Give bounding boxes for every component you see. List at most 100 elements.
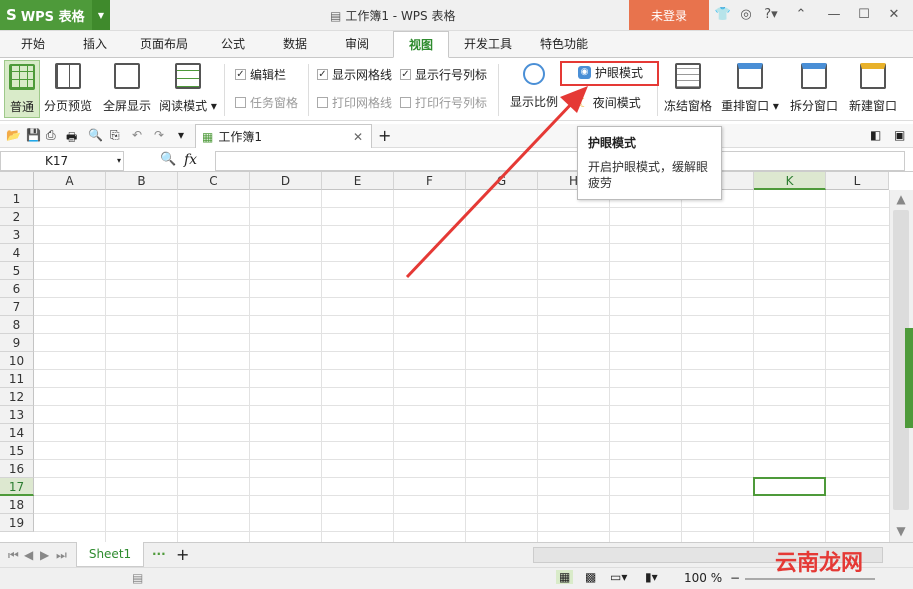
tab-data[interactable]: 数据 <box>270 31 320 58</box>
row-header[interactable]: 6 <box>0 280 34 298</box>
tab-list-icon[interactable]: ◧ <box>870 128 881 142</box>
row-header[interactable]: 2 <box>0 208 34 226</box>
row-header[interactable]: 17 <box>0 478 34 496</box>
column-header[interactable]: A <box>34 172 106 190</box>
normal-view-button[interactable]: 普通 <box>4 60 40 118</box>
row-header[interactable]: 13 <box>0 406 34 424</box>
tab-insert[interactable]: 插入 <box>70 31 120 58</box>
select-all-corner[interactable] <box>0 172 34 190</box>
row-header[interactable]: 4 <box>0 244 34 262</box>
first-sheet-icon[interactable]: ⏮ <box>8 548 19 563</box>
page-layout-view-icon[interactable]: ▭▾ <box>610 570 627 584</box>
fx-icon[interactable]: fx <box>184 152 197 168</box>
zoom-formula-icon[interactable]: 🔍 <box>160 152 176 167</box>
print-gridlines-checkbox[interactable]: 打印网格线 <box>317 94 392 111</box>
weibo-icon[interactable]: ◎ <box>737 6 755 24</box>
open-icon[interactable]: 📂 <box>6 128 21 142</box>
sheet-tab[interactable]: Sheet1 <box>76 542 144 567</box>
column-header[interactable]: F <box>394 172 466 190</box>
tab-page-layout[interactable]: 页面布局 <box>132 31 196 58</box>
ribbon-toggle-icon[interactable]: ▣ <box>894 128 905 142</box>
zoom-button[interactable]: 显示比例 <box>506 60 562 118</box>
selected-cell[interactable] <box>753 477 826 496</box>
normal-view-icon[interactable]: ▦ <box>556 570 574 584</box>
edit-bar-checkbox[interactable]: ✓ 编辑栏 <box>235 66 286 83</box>
row-header[interactable]: 5 <box>0 262 34 280</box>
tab-special[interactable]: 特色功能 <box>530 31 598 58</box>
read-mode-button[interactable]: 阅读模式 ▾ <box>158 60 218 118</box>
more-sheets-icon[interactable]: ··· <box>152 547 166 561</box>
rearrange-button[interactable]: 重排窗口 ▾ <box>720 60 780 118</box>
row-header[interactable]: 19 <box>0 514 34 532</box>
tab-home[interactable]: 开始 <box>8 31 58 58</box>
row-header[interactable]: 11 <box>0 370 34 388</box>
row-header[interactable]: 8 <box>0 316 34 334</box>
read-view-icon[interactable]: ▮▾ <box>645 570 658 584</box>
next-sheet-icon[interactable]: ▶ <box>40 548 49 562</box>
chevron-down-icon[interactable]: ▼ <box>92 0 110 30</box>
maximize-icon[interactable]: ☐ <box>855 6 873 24</box>
tab-review[interactable]: 审阅 <box>332 31 382 58</box>
scroll-up-icon[interactable]: ▲ <box>893 192 909 208</box>
add-sheet-icon[interactable]: + <box>176 545 189 564</box>
row-header[interactable]: 1 <box>0 190 34 208</box>
tab-developer[interactable]: 开发工具 <box>456 31 520 58</box>
row-header[interactable]: 10 <box>0 352 34 370</box>
export-icon[interactable]: ⎙ <box>46 128 56 143</box>
show-rowcol-checkbox[interactable]: ✓ 显示行号列标 <box>400 66 487 83</box>
save-icon[interactable]: 💾 <box>26 128 41 142</box>
last-sheet-icon[interactable]: ⏭ <box>56 548 67 563</box>
column-header[interactable]: G <box>466 172 538 190</box>
new-tab-icon[interactable]: + <box>378 126 391 145</box>
collapse-ribbon-icon[interactable]: ⌃ <box>792 6 810 24</box>
new-window-button[interactable]: 新建窗口 <box>846 60 900 118</box>
fullscreen-button[interactable]: 全屏显示 <box>100 60 154 118</box>
close-tab-icon[interactable]: ✕ <box>353 130 363 144</box>
login-button[interactable]: 未登录 <box>629 0 709 30</box>
show-gridlines-checkbox[interactable]: ✓ 显示网格线 <box>317 66 392 83</box>
night-mode-button[interactable]: ☾ 夜间模式 <box>578 94 641 111</box>
column-header[interactable]: C <box>178 172 250 190</box>
row-header[interactable]: 18 <box>0 496 34 514</box>
minimize-icon[interactable]: — <box>825 6 843 24</box>
column-header[interactable]: B <box>106 172 178 190</box>
format-painter-icon[interactable]: ⎘ <box>110 128 120 143</box>
row-header[interactable]: 3 <box>0 226 34 244</box>
chevron-down-icon[interactable]: ▾ <box>117 152 121 170</box>
row-header[interactable]: 15 <box>0 442 34 460</box>
customize-icon[interactable]: ▾ <box>178 128 184 142</box>
row-header[interactable]: 16 <box>0 460 34 478</box>
print-rowcol-checkbox[interactable]: 打印行号列标 <box>400 94 487 111</box>
macro-icon[interactable]: ▤ <box>132 571 143 585</box>
document-tab[interactable]: ▦ 工作簿1 ✕ <box>195 124 372 148</box>
redo-icon[interactable]: ↷ <box>154 128 164 142</box>
row-header[interactable]: 9 <box>0 334 34 352</box>
print-preview-icon[interactable]: 🔍 <box>88 128 103 142</box>
freeze-panes-button[interactable]: 冻结窗格 <box>662 60 714 118</box>
column-header[interactable]: K <box>754 172 826 190</box>
column-header[interactable]: E <box>322 172 394 190</box>
zoom-slider[interactable] <box>745 578 875 580</box>
side-panel-toggle[interactable] <box>905 328 913 428</box>
tab-formula[interactable]: 公式 <box>208 31 258 58</box>
task-pane-checkbox[interactable]: 任务窗格 <box>235 94 298 111</box>
page-break-view-icon[interactable]: ▩ <box>585 570 596 584</box>
tab-view[interactable]: 视图 <box>393 31 449 58</box>
name-box[interactable]: K17 ▾ <box>0 151 124 171</box>
formula-input[interactable] <box>215 151 905 171</box>
column-header[interactable]: L <box>826 172 889 190</box>
app-menu-button[interactable]: S WPS 表格 ▼ <box>0 0 110 30</box>
row-header[interactable]: 14 <box>0 424 34 442</box>
page-preview-button[interactable]: 分页预览 <box>42 60 94 118</box>
scroll-down-icon[interactable]: ▼ <box>893 524 909 540</box>
close-icon[interactable]: ✕ <box>885 6 903 24</box>
row-header[interactable]: 12 <box>0 388 34 406</box>
help-icon[interactable]: ?▾ <box>760 6 782 24</box>
prev-sheet-icon[interactable]: ◀ <box>24 548 33 562</box>
row-header[interactable]: 7 <box>0 298 34 316</box>
print-icon[interactable]: 🖶 <box>66 128 77 149</box>
split-window-button[interactable]: 拆分窗口 <box>786 60 842 118</box>
column-header[interactable]: D <box>250 172 322 190</box>
zoom-out-icon[interactable]: − <box>730 571 740 585</box>
undo-icon[interactable]: ↶ <box>132 128 142 142</box>
